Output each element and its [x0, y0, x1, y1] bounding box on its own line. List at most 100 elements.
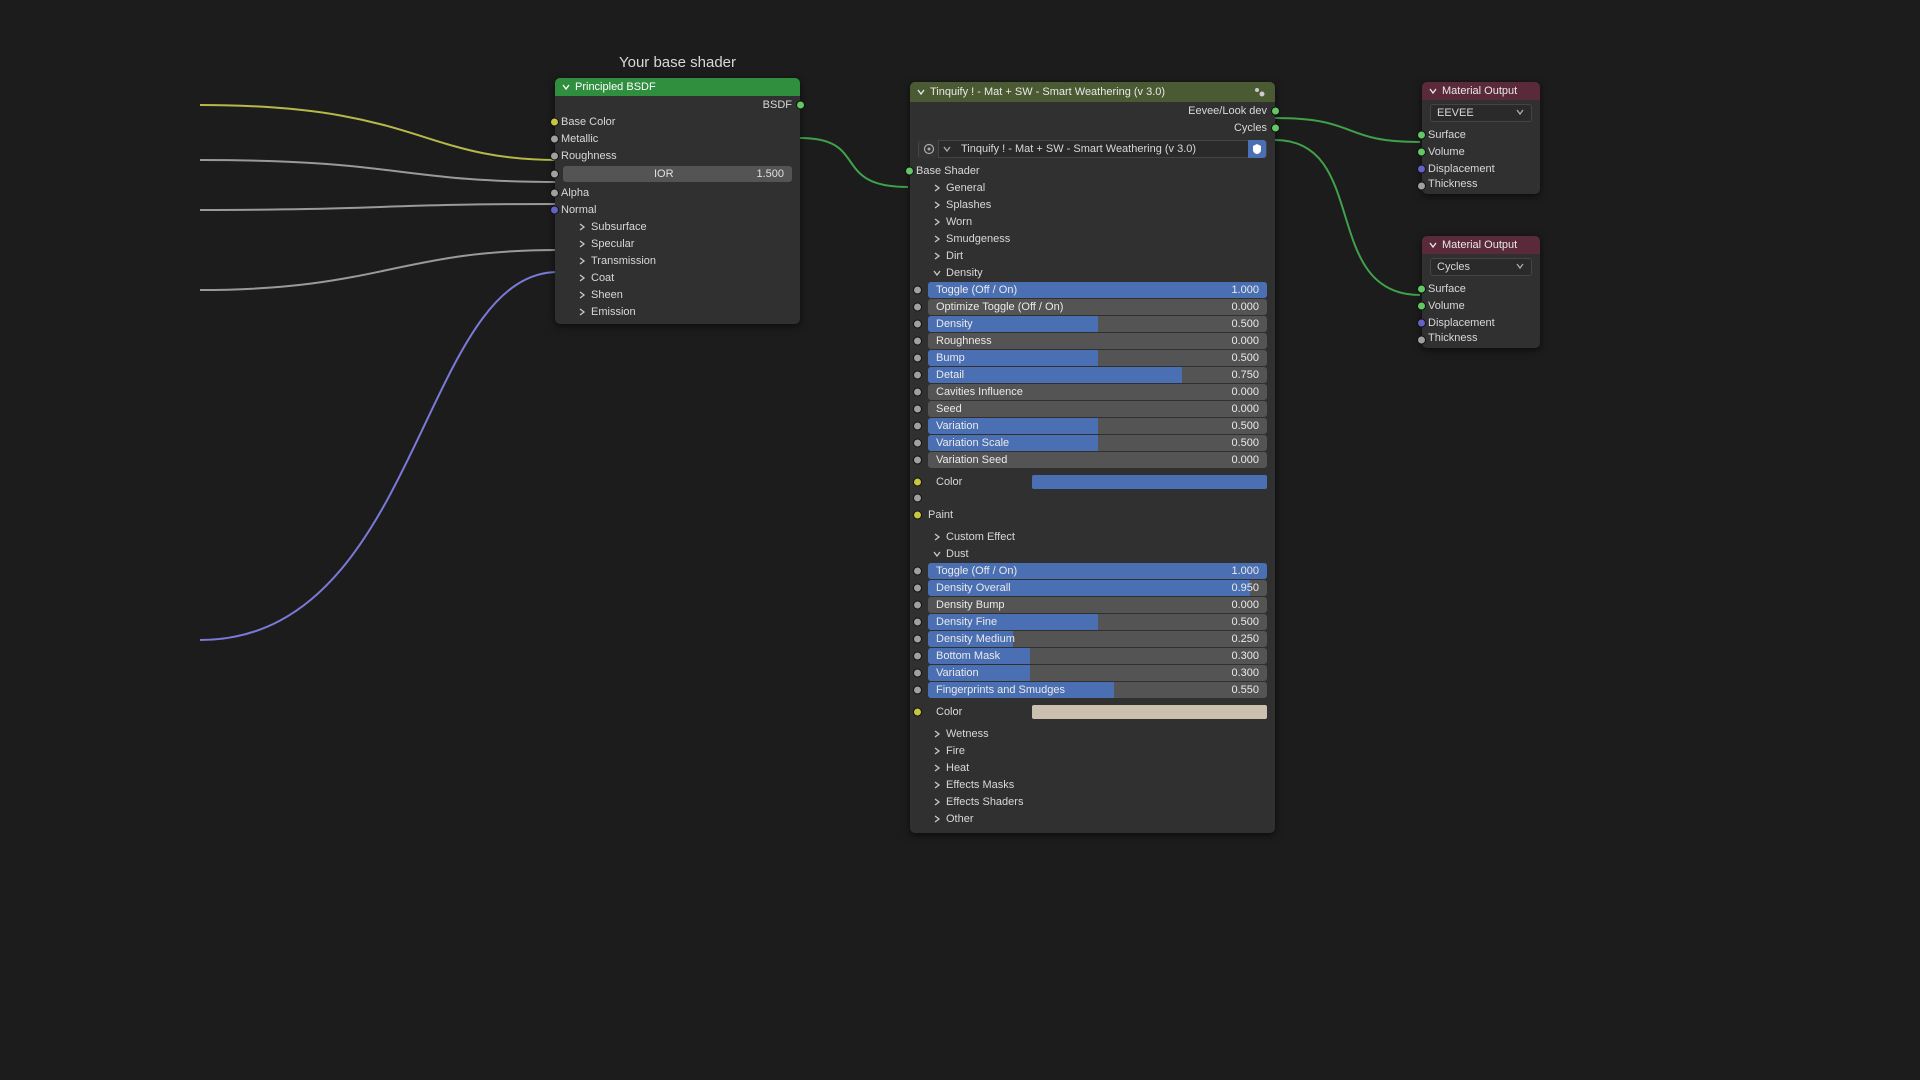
chevron-down-icon[interactable] [939, 144, 955, 154]
slider-row[interactable]: Variation0.300 [928, 665, 1267, 681]
socket-dot[interactable] [913, 478, 922, 487]
socket-dot[interactable] [1417, 318, 1426, 327]
socket-dot[interactable] [913, 320, 922, 329]
socket-dot[interactable] [913, 405, 922, 414]
input-alpha[interactable]: Alpha [555, 184, 800, 201]
socket-dot[interactable] [913, 652, 922, 661]
socket-dot[interactable] [913, 286, 922, 295]
socket-dot[interactable] [913, 422, 922, 431]
input-roughness[interactable]: Roughness [555, 147, 800, 164]
socket-dot[interactable] [550, 151, 559, 160]
cat-row[interactable]: Fire [910, 742, 1275, 759]
socket-dot[interactable] [913, 601, 922, 610]
node-header[interactable]: Tinquify ! - Mat + SW - Smart Weathering… [910, 82, 1275, 102]
cat-row[interactable]: Effects Masks [910, 776, 1275, 793]
socket-dot[interactable] [913, 456, 922, 465]
node-header[interactable]: Material Output [1422, 236, 1540, 254]
socket-dot[interactable] [796, 100, 805, 109]
node-options-icon[interactable] [1253, 85, 1267, 99]
slider-row[interactable]: Variation Seed0.000 [928, 452, 1267, 468]
group-datablock-selector[interactable]: Tinquify ! - Mat + SW - Smart Weathering… [918, 140, 1267, 158]
expand-sheen[interactable]: Sheen [555, 286, 800, 303]
output-eevee[interactable]: Eevee/Look dev [910, 102, 1275, 119]
cat-row[interactable]: Effects Shaders [910, 793, 1275, 810]
expand-transmission[interactable]: Transmission [555, 252, 800, 269]
slider-row[interactable]: Variation0.500 [928, 418, 1267, 434]
socket-dot[interactable] [913, 669, 922, 678]
output-bsdf[interactable]: BSDF [555, 96, 800, 113]
node-principled-bsdf[interactable]: Your base shader Principled BSDF BSDF Ba… [555, 78, 800, 324]
input-dust-color[interactable]: Color [928, 704, 1267, 720]
cat-row[interactable]: General [910, 179, 1275, 196]
cat-row[interactable]: Worn [910, 213, 1275, 230]
socket-dot[interactable] [550, 117, 559, 126]
socket-dot[interactable] [913, 371, 922, 380]
socket-dot[interactable] [550, 188, 559, 197]
input-unnamed-socket[interactable] [928, 491, 1267, 505]
socket-dot[interactable] [1417, 335, 1426, 344]
shield-icon[interactable] [1248, 140, 1266, 158]
socket-dot[interactable] [913, 686, 922, 695]
socket-dot[interactable] [550, 134, 559, 143]
slider-row[interactable]: Toggle (Off / On)1.000 [928, 563, 1267, 579]
socket-dot[interactable] [913, 439, 922, 448]
slider-row[interactable]: Seed0.000 [928, 401, 1267, 417]
input-density-color[interactable]: Color [928, 474, 1267, 490]
input-surface[interactable]: Surface [1422, 126, 1540, 143]
slider-row[interactable]: Density Medium0.250 [928, 631, 1267, 647]
slider-row[interactable]: Bottom Mask0.300 [928, 648, 1267, 664]
expand-coat[interactable]: Coat [555, 269, 800, 286]
engine-select[interactable]: EEVEE [1430, 104, 1532, 122]
cat-dust[interactable]: Dust [910, 545, 1275, 562]
socket-dot[interactable] [1271, 123, 1280, 132]
cat-row[interactable]: Dirt [910, 247, 1275, 264]
color-swatch[interactable] [1032, 475, 1267, 489]
slider-row[interactable]: Detail0.750 [928, 367, 1267, 383]
input-base-shader[interactable]: Base Shader [910, 162, 1275, 179]
input-surface[interactable]: Surface [1422, 280, 1540, 297]
color-swatch[interactable] [1032, 705, 1267, 719]
input-normal[interactable]: Normal [555, 201, 800, 218]
socket-dot[interactable] [550, 205, 559, 214]
socket-dot[interactable] [913, 354, 922, 363]
cat-row[interactable]: Splashes [910, 196, 1275, 213]
socket-dot[interactable] [1417, 130, 1426, 139]
input-volume[interactable]: Volume [1422, 143, 1540, 160]
input-displacement[interactable]: Displacement [1422, 314, 1540, 331]
slider-row[interactable]: Cavities Influence0.000 [928, 384, 1267, 400]
node-material-output-eevee[interactable]: Material Output EEVEE Surface Volume Dis… [1422, 82, 1540, 194]
group-name[interactable]: Tinquify ! - Mat + SW - Smart Weathering… [955, 143, 1248, 155]
cat-custom-effect[interactable]: Custom Effect [910, 528, 1275, 545]
socket-dot[interactable] [913, 567, 922, 576]
socket-dot[interactable] [1417, 147, 1426, 156]
socket-dot[interactable] [905, 166, 914, 175]
input-thickness[interactable]: Thickness [1422, 331, 1540, 348]
input-metallic[interactable]: Metallic [555, 130, 800, 147]
slider-row[interactable]: Density Bump0.000 [928, 597, 1267, 613]
output-cycles[interactable]: Cycles [910, 119, 1275, 136]
slider-row[interactable]: Density Fine0.500 [928, 614, 1267, 630]
socket-dot[interactable] [913, 635, 922, 644]
input-ior[interactable]: IOR 1.500 [563, 166, 792, 182]
socket-dot[interactable] [1417, 284, 1426, 293]
cat-density[interactable]: Density [910, 264, 1275, 281]
input-displacement[interactable]: Displacement [1422, 160, 1540, 177]
input-base-color[interactable]: Base Color [555, 113, 800, 130]
cat-row[interactable]: Other [910, 810, 1275, 827]
engine-select[interactable]: Cycles [1430, 258, 1532, 276]
node-header[interactable]: Principled BSDF [555, 78, 800, 96]
slider-row[interactable]: Bump0.500 [928, 350, 1267, 366]
socket-dot[interactable] [913, 584, 922, 593]
socket-dot[interactable] [550, 170, 559, 179]
slider-row[interactable]: Roughness0.000 [928, 333, 1267, 349]
socket-dot[interactable] [913, 388, 922, 397]
socket-dot[interactable] [913, 510, 922, 519]
cat-row[interactable]: Heat [910, 759, 1275, 776]
input-thickness[interactable]: Thickness [1422, 177, 1540, 194]
slider-row[interactable]: Density0.500 [928, 316, 1267, 332]
node-material-output-cycles[interactable]: Material Output Cycles Surface Volume Di… [1422, 236, 1540, 348]
slider-row[interactable]: Toggle (Off / On)1.000 [928, 282, 1267, 298]
node-weathering-group[interactable]: Tinquify ! - Mat + SW - Smart Weathering… [910, 82, 1275, 833]
expand-specular[interactable]: Specular [555, 235, 800, 252]
input-paint[interactable]: Paint [928, 506, 1267, 523]
